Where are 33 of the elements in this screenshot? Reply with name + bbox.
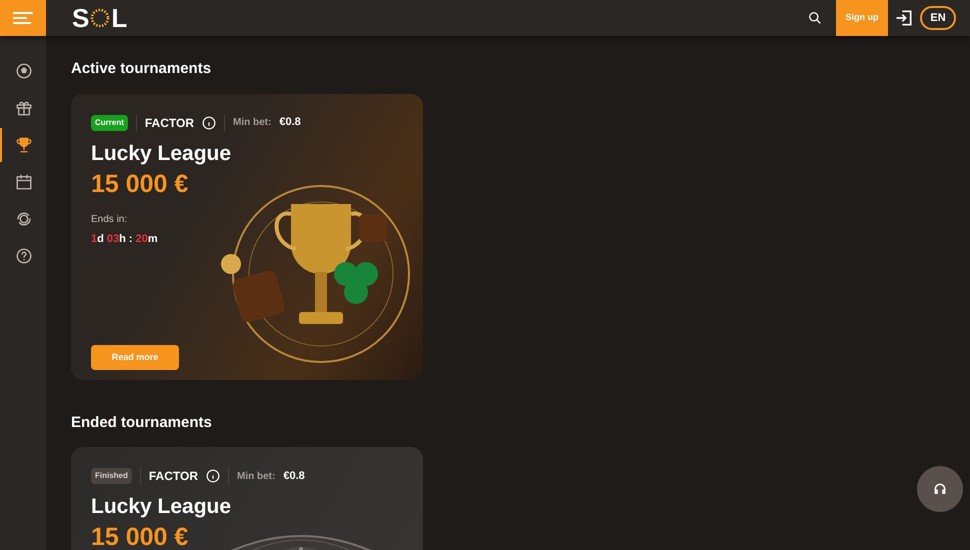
ball-icon <box>15 62 33 80</box>
prize-amount: 15 000 € <box>91 168 188 200</box>
tournament-type: FACTOR <box>144 114 194 132</box>
login-icon[interactable] <box>894 8 914 28</box>
search-icon[interactable] <box>808 11 822 25</box>
prize-amount: 15 000 € <box>91 522 188 550</box>
info-icon[interactable] <box>206 469 220 483</box>
calendar-icon <box>15 173 33 191</box>
menu-icon <box>13 12 33 24</box>
section-title: Ended tournaments <box>71 412 213 432</box>
sun-icon <box>90 8 110 28</box>
headset-icon <box>933 482 947 496</box>
min-bet-label: Min bet: <box>233 116 272 130</box>
tournament-type: FACTOR <box>148 468 198 485</box>
ends-in-label: Ends in: <box>91 212 128 226</box>
min-bet-value: €0.8 <box>283 468 305 484</box>
help-icon <box>15 247 33 265</box>
countdown-text: 1d 03h : 20m <box>91 232 158 246</box>
info-icon[interactable] <box>202 116 216 130</box>
logo[interactable]: S L <box>72 0 128 38</box>
language-button[interactable]: EN <box>920 6 956 30</box>
section-title: Active tournaments <box>71 59 212 79</box>
support-button[interactable] <box>917 466 963 512</box>
min-bet-value: €0.8 <box>279 115 301 130</box>
logo-letter: S <box>72 2 90 34</box>
gift-icon <box>15 99 33 117</box>
status-badge: Finished <box>91 468 132 484</box>
tournament-name: Lucky League <box>91 140 232 166</box>
status-badge: Current <box>91 114 128 130</box>
min-bet-label: Min bet: <box>237 470 276 484</box>
tournament-name: Lucky League <box>91 494 232 520</box>
logo-letter: L <box>111 2 128 34</box>
trophy-icon <box>15 136 33 154</box>
